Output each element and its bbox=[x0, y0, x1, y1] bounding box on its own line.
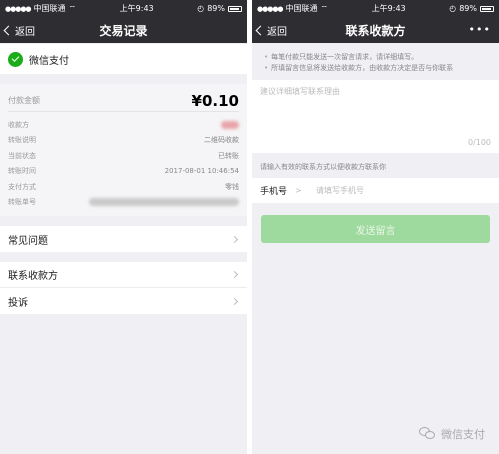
signal-icon: ●●●●● bbox=[5, 4, 32, 13]
clock: 上午9:43 bbox=[371, 4, 406, 13]
menu-label: 联系收款方 bbox=[8, 271, 58, 282]
back-label: 返回 bbox=[15, 26, 35, 38]
alarm-icon: ◴ bbox=[449, 4, 457, 13]
merchant-header: 微信支付 bbox=[0, 44, 247, 74]
message-textarea[interactable]: 建议详细填写联系理由 0/100 bbox=[252, 80, 499, 153]
contact-payee-screen: ●●●●● 中国联通 ⌔ 上午9:43 ◴ 89% 返回 联系收款方 ••• •… bbox=[252, 0, 499, 454]
transaction-detail: 付款金额 ¥0.10 收款方 转账说明 二维码收款 当前状态 已转账 转账时间 … bbox=[0, 84, 247, 216]
message-placeholder: 建议详细填写联系理由 bbox=[260, 87, 340, 96]
carrier-label: 中国联通 bbox=[285, 4, 318, 13]
phone-country-selector[interactable]: 手机号 > bbox=[260, 184, 306, 197]
watermark-text: 微信支付 bbox=[441, 428, 485, 441]
detail-row-payee: 收款方 bbox=[8, 117, 239, 133]
phone-input[interactable]: 请填写手机号 bbox=[306, 185, 364, 196]
chevron-right-icon bbox=[230, 270, 239, 279]
menu-item-complain[interactable]: 投诉 bbox=[0, 288, 247, 314]
notice-text: 每笔付款只能发送一次留言请求，请详细填写。 bbox=[271, 53, 419, 61]
detail-label: 支付方式 bbox=[8, 182, 36, 191]
more-options-icon[interactable]: ••• bbox=[469, 23, 491, 36]
nav-bar: 返回 联系收款方 ••• bbox=[252, 17, 499, 43]
clock: 上午9:43 bbox=[119, 4, 154, 13]
page-title: 交易记录 bbox=[99, 23, 148, 38]
bullet-icon: • bbox=[264, 64, 269, 72]
redacted-payee bbox=[221, 120, 239, 129]
wechat-pay-icon bbox=[8, 51, 23, 67]
chevron-right-icon: > bbox=[295, 186, 302, 195]
detail-label: 当前状态 bbox=[8, 151, 36, 160]
contact-hint: 请输入有效的联系方式以便收款方联系你 bbox=[260, 163, 386, 171]
char-counter: 0/100 bbox=[467, 138, 491, 147]
wifi-icon: ⌔ bbox=[320, 3, 329, 13]
phone-label: 手机号 bbox=[260, 187, 288, 197]
amount-value: ¥0.10 bbox=[191, 91, 239, 110]
alarm-icon: ◴ bbox=[197, 4, 205, 13]
back-button[interactable]: 返回 bbox=[252, 23, 287, 38]
back-label: 返回 bbox=[267, 26, 287, 38]
detail-label: 收款方 bbox=[8, 120, 29, 129]
menu-group-help: 常见问题 bbox=[0, 226, 247, 252]
detail-value: 二维码收款 bbox=[204, 136, 239, 145]
detail-row-status: 当前状态 已转账 bbox=[8, 148, 239, 164]
back-button[interactable]: 返回 bbox=[0, 23, 35, 38]
notice-list: • 每笔付款只能发送一次留言请求，请详细填写。 • 所填留言信息将发送给收款方，… bbox=[252, 43, 499, 80]
notice-item: • 所填留言信息将发送给收款方，由收款方决定是否与你联系 bbox=[264, 63, 489, 74]
nav-bar: 返回 交易记录 bbox=[0, 17, 247, 43]
menu-item-faq[interactable]: 常见问题 bbox=[0, 226, 247, 252]
detail-value: 2017-08-01 10:46:54 bbox=[164, 167, 239, 176]
detail-row-note: 转账说明 二维码收款 bbox=[8, 133, 239, 149]
signal-icon: ●●●●● bbox=[257, 4, 284, 13]
notice-text: 所填留言信息将发送给收款方，由收款方决定是否与你联系 bbox=[271, 64, 454, 72]
watermark: 微信支付 bbox=[419, 426, 485, 442]
merchant-name: 微信支付 bbox=[29, 55, 69, 67]
menu-label: 投诉 bbox=[8, 297, 28, 309]
carrier-label: 中国联通 bbox=[33, 4, 66, 13]
battery-percent: 89% bbox=[207, 4, 225, 13]
redacted-order-number bbox=[89, 198, 239, 207]
bullet-icon: • bbox=[264, 53, 269, 61]
detail-label: 转账时间 bbox=[8, 167, 36, 176]
chevron-right-icon bbox=[230, 235, 239, 243]
wifi-icon: ⌔ bbox=[68, 3, 77, 13]
back-chevron-icon bbox=[255, 25, 266, 35]
phone-field-row: 手机号 > 请填写手机号 bbox=[252, 178, 499, 203]
page-title: 联系收款方 bbox=[345, 23, 406, 38]
battery-icon bbox=[228, 5, 242, 12]
battery-percent: 89% bbox=[459, 4, 477, 13]
detail-row-time: 转账时间 2017-08-01 10:46:54 bbox=[8, 164, 239, 180]
detail-label: 转账单号 bbox=[8, 198, 36, 207]
detail-row-order-no: 转账单号 bbox=[8, 195, 239, 211]
wechat-logo-icon bbox=[419, 427, 437, 441]
amount-row: 付款金额 ¥0.10 bbox=[8, 90, 239, 112]
detail-row-method: 支付方式 零钱 bbox=[8, 179, 239, 195]
notice-item: • 每笔付款只能发送一次留言请求，请详细填写。 bbox=[264, 52, 489, 63]
detail-label: 转账说明 bbox=[8, 136, 36, 145]
battery-icon bbox=[480, 5, 494, 12]
transaction-record-screen: ●●●●● 中国联通 ⌔ 上午9:43 ◴ 89% 返回 交易记录 微信支付 付… bbox=[0, 0, 247, 454]
detail-value: 零钱 bbox=[225, 182, 239, 191]
chevron-right-icon bbox=[230, 297, 239, 305]
menu-label: 常见问题 bbox=[8, 235, 48, 247]
status-bar: ●●●●● 中国联通 ⌔ 上午9:43 ◴ 89% bbox=[252, 0, 499, 17]
menu-item-contact-payee[interactable]: 联系收款方 bbox=[0, 262, 247, 288]
amount-label: 付款金额 bbox=[8, 96, 40, 105]
status-bar: ●●●●● 中国联通 ⌔ 上午9:43 ◴ 89% bbox=[0, 0, 247, 17]
menu-group-actions: 联系收款方 投诉 bbox=[0, 262, 247, 314]
detail-value: 已转账 bbox=[218, 151, 239, 160]
back-chevron-icon bbox=[3, 25, 14, 35]
send-message-button[interactable]: 发送留言 bbox=[261, 215, 490, 243]
